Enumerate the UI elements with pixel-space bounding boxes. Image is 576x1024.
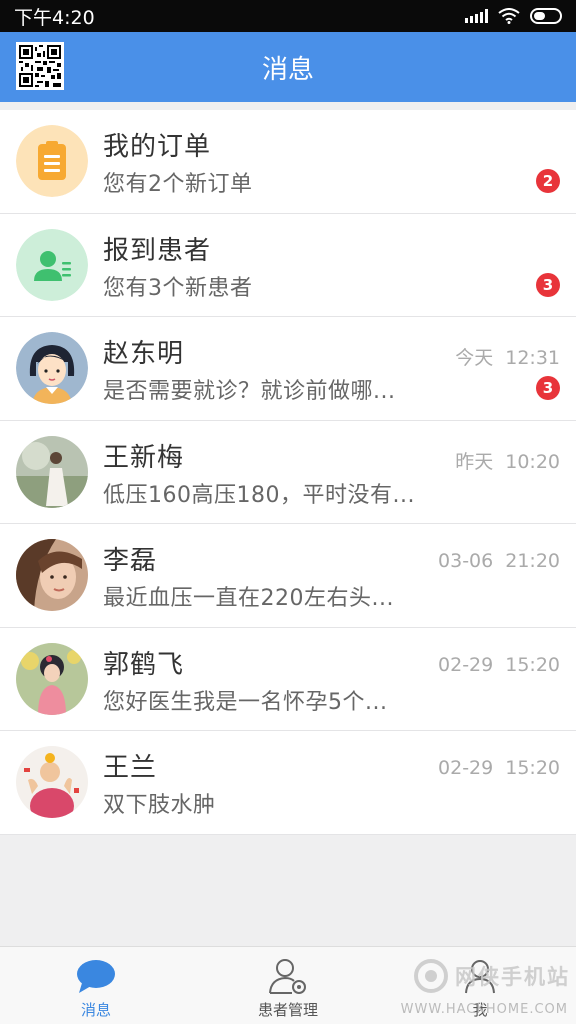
item-title: 郭鹤飞 xyxy=(103,649,185,680)
photo-avatar xyxy=(16,642,88,715)
list-item-chat[interactable]: 王新梅 低压160高压180，平时没有... 昨天 10:20 xyxy=(0,421,576,524)
item-preview: 您有2个新订单 xyxy=(103,172,253,197)
cartoon-woman-avatar xyxy=(16,332,88,404)
item-title: 报到患者 xyxy=(103,235,212,266)
status-time: 下午4:20 xyxy=(14,6,95,29)
item-title: 王新梅 xyxy=(103,442,185,473)
list-item-chat[interactable]: 王兰 双下肢水肿 02-29 15:20 xyxy=(0,731,576,835)
page-title: 消息 xyxy=(261,54,314,85)
status-bar: 下午4:20 xyxy=(0,0,576,32)
wifi-icon xyxy=(498,8,520,24)
item-preview: 您有3个新患者 xyxy=(103,275,253,301)
patient-icon xyxy=(16,228,88,301)
patient-manage-icon xyxy=(266,957,310,997)
timestamp: 02-29 15:20 xyxy=(438,653,560,676)
unread-badge: 3 xyxy=(536,376,560,400)
watermark: 网侠手机站 xyxy=(413,958,570,994)
order-avatar xyxy=(16,125,88,197)
app-header: 消息 xyxy=(0,32,576,102)
clipboard-icon xyxy=(16,125,88,197)
watermark-text: 网侠手机站 xyxy=(455,965,570,989)
item-title: 我的订单 xyxy=(103,132,212,162)
unread-badge: 3 xyxy=(536,272,560,297)
photo-avatar xyxy=(16,435,88,508)
photo-avatar xyxy=(16,539,88,611)
item-title: 赵东明 xyxy=(103,339,185,369)
item-preview: 双下肢水肿 xyxy=(103,793,216,818)
timestamp: 02-29 15:20 xyxy=(438,757,560,779)
list-item-chat[interactable]: 李磊 最近血压一直在220左右头... 03-06 21:20 xyxy=(0,524,576,628)
qr-code-button[interactable] xyxy=(16,42,64,90)
avatar xyxy=(16,642,88,715)
list-item-orders[interactable]: 我的订单 您有2个新订单 2 xyxy=(0,110,576,214)
tab-label: 消息 xyxy=(80,1001,111,1019)
item-preview: 最近血压一直在220左右头... xyxy=(103,586,394,611)
photo-avatar xyxy=(16,746,88,818)
list-item-patients[interactable]: 报到患者 您有3个新患者 3 xyxy=(0,214,576,317)
avatar xyxy=(16,539,88,611)
item-title: 王兰 xyxy=(103,753,158,783)
item-title: 李磊 xyxy=(103,546,158,576)
timestamp: 今天 12:31 xyxy=(455,347,560,369)
avatar xyxy=(16,746,88,818)
battery-icon xyxy=(530,8,562,24)
message-list: 我的订单 您有2个新订单 2 报到患者 您有3个新患者 3 赵东明 是否需要就诊… xyxy=(0,110,576,835)
tab-label: 患者管理 xyxy=(257,1001,318,1019)
list-item-chat[interactable]: 赵东明 是否需要就诊？就诊前做哪... 今天 12:31 3 xyxy=(0,317,576,421)
unread-badge: 2 xyxy=(536,169,560,193)
tab-patient-management[interactable]: 患者管理 xyxy=(192,947,384,1024)
list-item-chat[interactable]: 郭鹤飞 您好医生我是一名怀孕5个... 02-29 15:20 xyxy=(0,628,576,731)
avatar xyxy=(16,435,88,508)
qr-code-icon xyxy=(19,45,61,87)
chat-bubble-icon xyxy=(74,957,118,997)
watermark-logo-icon xyxy=(414,959,448,993)
patient-avatar xyxy=(16,228,88,301)
avatar xyxy=(16,332,88,404)
tab-messages[interactable]: 消息 xyxy=(0,947,192,1024)
timestamp: 03-06 21:20 xyxy=(438,550,560,572)
signal-icon xyxy=(465,9,488,23)
item-preview: 低压160高压180，平时没有... xyxy=(103,482,415,508)
item-preview: 是否需要就诊？就诊前做哪... xyxy=(103,379,396,404)
watermark-url: WWW.HACKHOME.COM xyxy=(400,1002,568,1017)
timestamp: 昨天 10:20 xyxy=(455,450,560,473)
status-icons xyxy=(465,8,562,24)
item-preview: 您好医生我是一名怀孕5个... xyxy=(103,689,388,715)
